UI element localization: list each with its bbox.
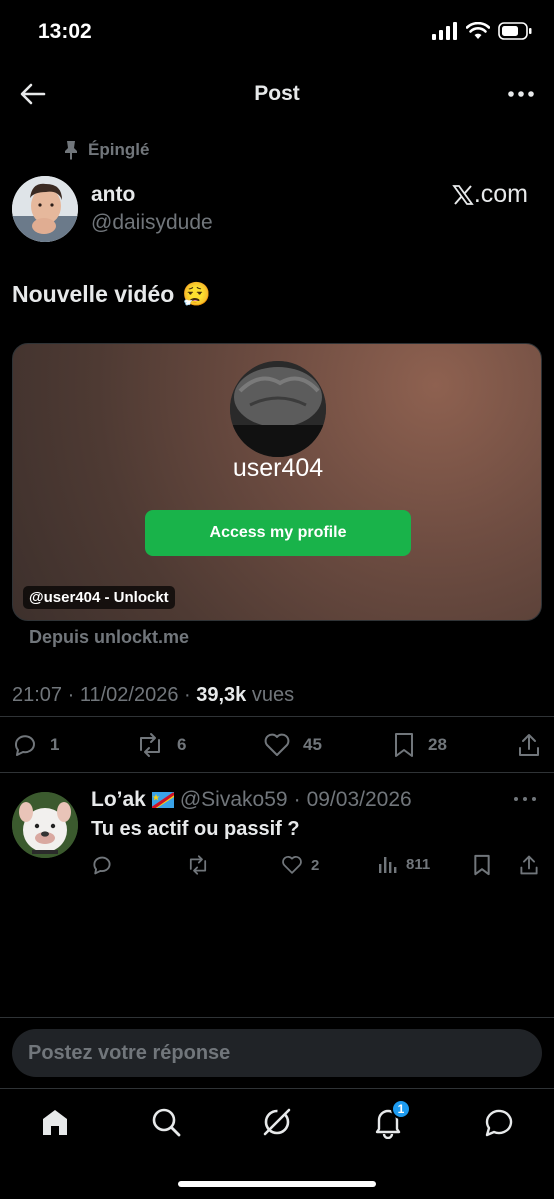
share-icon bbox=[519, 734, 539, 756]
x-logo-icon bbox=[452, 184, 474, 205]
pinned-indicator: Épinglé bbox=[62, 140, 149, 160]
bookmark-icon bbox=[395, 733, 413, 757]
share-icon bbox=[520, 855, 538, 875]
bottom-tab-bar: 1 bbox=[0, 1088, 554, 1199]
reply-actions: 2 811 bbox=[0, 852, 554, 882]
views-label: vues bbox=[251, 684, 295, 706]
status-icons bbox=[432, 22, 532, 40]
reply-icon bbox=[93, 856, 111, 875]
repost-action[interactable]: 6 bbox=[135, 732, 186, 758]
x-com-logo: .com bbox=[452, 180, 528, 209]
repost-icon bbox=[140, 733, 160, 757]
views-count: 39,3k bbox=[196, 684, 247, 706]
notifications-tab[interactable]: 1 bbox=[371, 1099, 411, 1140]
bookmark-icon bbox=[474, 854, 490, 876]
top-bar: Post bbox=[0, 66, 554, 122]
card-source-link[interactable]: Depuis unlockt.me bbox=[29, 627, 189, 648]
cellular-signal-icon bbox=[432, 22, 457, 40]
reply-repost-action[interactable] bbox=[186, 854, 210, 876]
divider bbox=[0, 716, 554, 717]
like-action[interactable]: 45 bbox=[263, 732, 322, 758]
home-indicator bbox=[178, 1181, 376, 1187]
pin-icon bbox=[65, 141, 77, 160]
reply-author-handle[interactable]: @Sivako59 bbox=[180, 788, 288, 812]
reply-bookmark-action[interactable] bbox=[472, 854, 492, 876]
reply-like-action[interactable]: 2 bbox=[281, 854, 319, 876]
link-card[interactable]: user404 Access my profile @user404 - Unl… bbox=[12, 343, 542, 621]
separator-dot: · bbox=[293, 788, 301, 811]
post-text-content: Nouvelle vidéo bbox=[12, 281, 175, 307]
reply-text: Tu es actif ou passif ? bbox=[91, 818, 300, 840]
grok-icon[interactable] bbox=[260, 1105, 294, 1139]
reply-more-icon[interactable] bbox=[512, 792, 538, 806]
reply-date: 09/03/2026 bbox=[306, 788, 412, 811]
reply-composer-input[interactable]: Postez votre réponse bbox=[12, 1029, 542, 1077]
post-actions: 1 6 45 28 bbox=[0, 726, 554, 766]
wifi-icon bbox=[466, 22, 490, 39]
post-meta: 21:07 · 11/02/2026 · 39,3k vues bbox=[12, 684, 295, 706]
face-exhaling-emoji: 😮‍💨 bbox=[182, 281, 211, 307]
post-text: Nouvelle vidéo 😮‍💨 bbox=[12, 281, 211, 308]
access-profile-button[interactable]: Access my profile bbox=[145, 510, 411, 556]
reply-avatar-image bbox=[12, 792, 78, 858]
like-count: 45 bbox=[303, 735, 322, 754]
reply-views-count: 811 bbox=[406, 855, 431, 873]
repost-icon bbox=[189, 855, 207, 875]
reply-icon bbox=[14, 735, 35, 756]
author-name[interactable]: anto bbox=[91, 183, 135, 207]
reply-reply-action[interactable] bbox=[91, 854, 113, 876]
author-avatar[interactable] bbox=[12, 176, 78, 242]
status-bar: 13:02 bbox=[0, 0, 554, 66]
reply-header: Lo’ak @Sivako59 · 09/03/2026 bbox=[91, 788, 412, 812]
card-username: user404 bbox=[232, 454, 324, 482]
home-icon[interactable] bbox=[38, 1105, 72, 1139]
reply-avatar[interactable] bbox=[12, 792, 78, 858]
notifications-badge: 1 bbox=[391, 1099, 411, 1119]
search-icon[interactable] bbox=[149, 1105, 183, 1139]
author-handle[interactable]: @daiisydude bbox=[91, 211, 213, 235]
reply-share-action[interactable] bbox=[518, 854, 540, 876]
pinned-label: Épinglé bbox=[88, 140, 150, 159]
more-options-icon[interactable] bbox=[506, 82, 536, 106]
bookmark-action[interactable]: 28 bbox=[392, 732, 447, 758]
divider bbox=[0, 772, 554, 773]
page-title: Post bbox=[254, 82, 300, 105]
reply-like-count: 2 bbox=[311, 856, 320, 874]
card-tag: @user404 - Unlockt bbox=[23, 586, 175, 609]
share-action[interactable] bbox=[516, 732, 542, 758]
author-avatar-image bbox=[12, 176, 78, 242]
heart-icon bbox=[264, 733, 290, 756]
repost-count: 6 bbox=[177, 735, 187, 754]
messages-icon[interactable] bbox=[482, 1105, 516, 1139]
x-com-domain: .com bbox=[473, 180, 528, 208]
reply-count: 1 bbox=[50, 735, 60, 754]
reply-author-name[interactable]: Lo’ak bbox=[91, 788, 146, 812]
post-date: 11/02/2026 bbox=[79, 684, 179, 706]
reply-action[interactable]: 1 bbox=[12, 732, 59, 758]
heart-icon bbox=[282, 856, 302, 874]
post-time: 21:07 bbox=[12, 684, 63, 706]
reply-views-action[interactable]: 811 bbox=[378, 854, 430, 874]
card-profile-avatar bbox=[230, 361, 326, 457]
divider bbox=[0, 1017, 554, 1018]
bookmark-count: 28 bbox=[428, 735, 447, 754]
drc-flag-icon bbox=[151, 792, 174, 808]
views-chart-icon bbox=[379, 857, 397, 873]
status-time: 13:02 bbox=[38, 20, 92, 43]
battery-icon bbox=[498, 22, 532, 40]
